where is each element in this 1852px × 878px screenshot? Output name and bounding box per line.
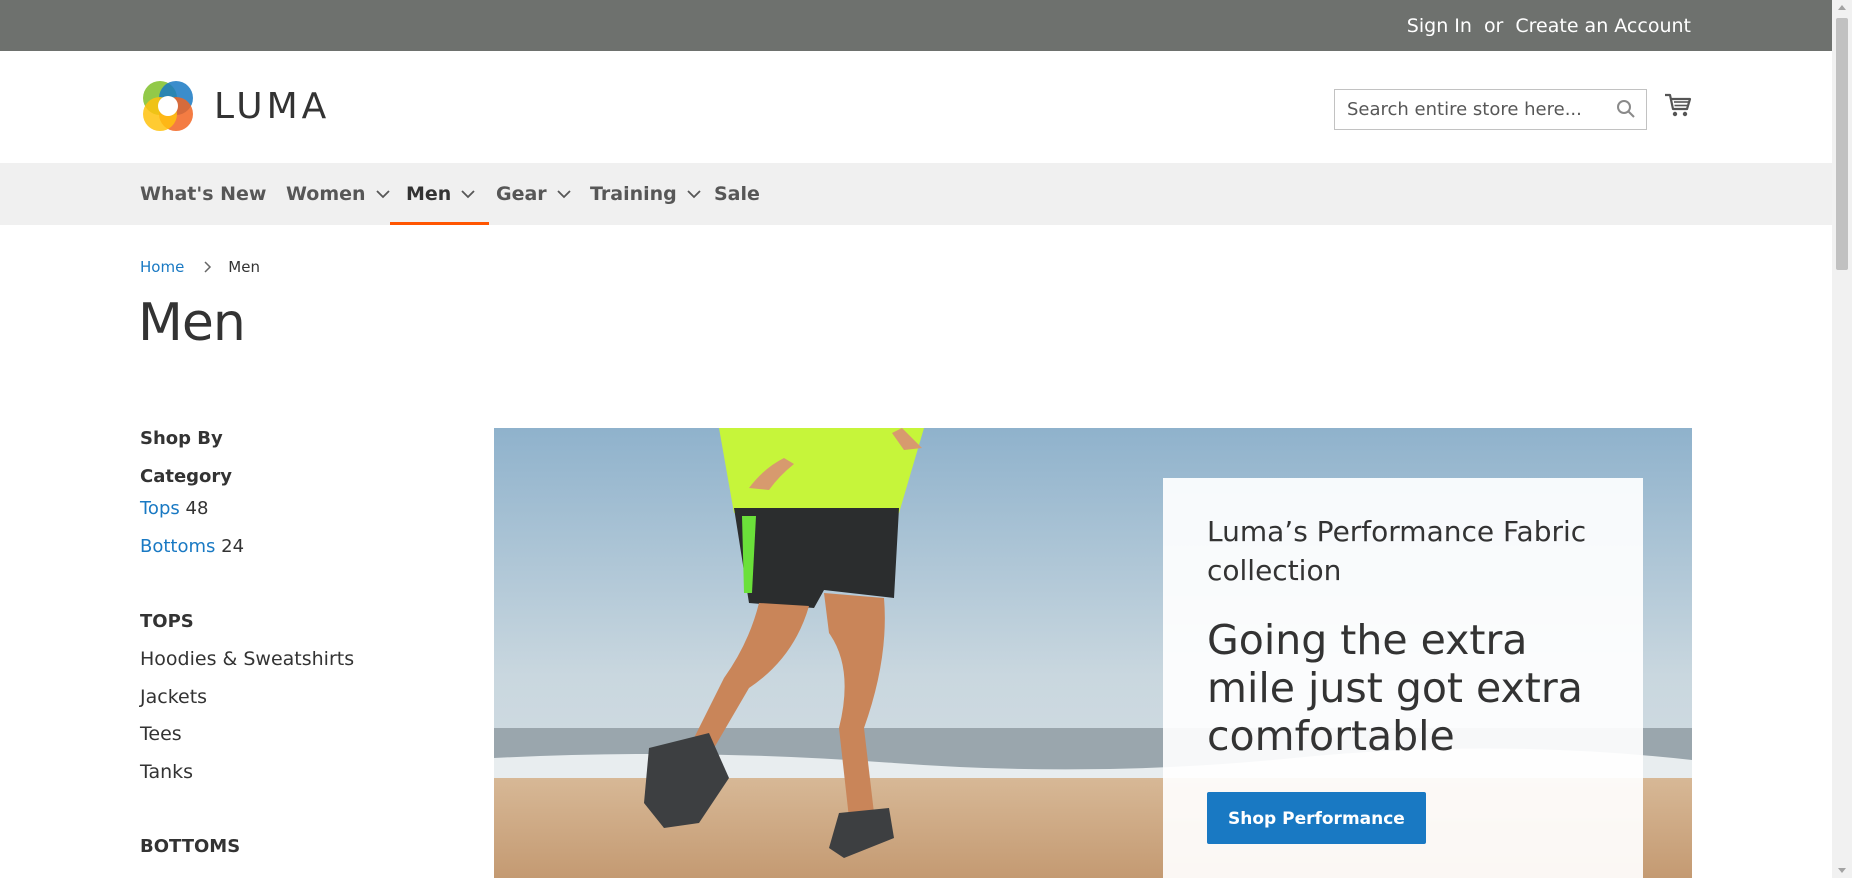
create-account-link[interactable]: Create an Account bbox=[1515, 15, 1691, 37]
shop-performance-button[interactable]: Shop Performance bbox=[1207, 792, 1426, 844]
logo-text: LUMA bbox=[214, 85, 331, 127]
page-scrollbar[interactable] bbox=[1832, 0, 1852, 878]
logo[interactable]: LUMA bbox=[140, 78, 330, 134]
nav-item-men[interactable]: Men bbox=[389, 163, 490, 225]
category-heading: Category bbox=[140, 466, 233, 487]
sign-in-link[interactable]: Sign In bbox=[1407, 15, 1472, 37]
tops-heading: TOPS bbox=[140, 611, 194, 632]
main-navigation: What's New Women Men Gear Training Sale bbox=[0, 163, 1832, 225]
breadcrumb-home-link[interactable]: Home bbox=[140, 258, 184, 276]
nav-item-training[interactable]: Training bbox=[590, 163, 701, 225]
category-filter-bottoms[interactable]: Bottoms 24 bbox=[140, 536, 244, 557]
promo-card: Luma’s Performance Fabric collection Goi… bbox=[1163, 478, 1643, 878]
bottoms-heading: BOTTOMS bbox=[140, 836, 241, 857]
nav-item-sale[interactable]: Sale bbox=[714, 163, 760, 225]
chevron-down-icon bbox=[687, 190, 701, 199]
shop-by-heading: Shop By bbox=[140, 428, 223, 449]
top-bar: Sign In or Create an Account bbox=[0, 0, 1832, 51]
nav-item-women[interactable]: Women bbox=[286, 163, 390, 225]
scroll-up-icon[interactable] bbox=[1838, 5, 1846, 10]
chevron-right-icon bbox=[204, 261, 212, 273]
nav-item-whats-new[interactable]: What's New bbox=[140, 163, 266, 225]
scrollbar-thumb[interactable] bbox=[1836, 18, 1848, 270]
category-filter-count: 48 bbox=[185, 498, 209, 519]
breadcrumb-current: Men bbox=[228, 258, 260, 276]
nav-item-label: Sale bbox=[714, 183, 760, 205]
tops-link-hoodies[interactable]: Hoodies & Sweatshirts bbox=[140, 648, 354, 670]
category-filter-label: Bottoms bbox=[140, 536, 216, 557]
luma-logo-icon bbox=[143, 81, 193, 131]
chevron-down-icon bbox=[375, 190, 390, 199]
nav-item-label: Training bbox=[590, 183, 677, 205]
tops-link-jackets[interactable]: Jackets bbox=[140, 686, 207, 708]
promo-headline: Going the extra mile just got extra comf… bbox=[1207, 616, 1583, 760]
header: LUMA bbox=[0, 51, 1832, 163]
nav-item-label: Women bbox=[286, 183, 366, 205]
nav-item-gear[interactable]: Gear bbox=[496, 163, 571, 225]
nav-item-label: What's New bbox=[140, 183, 267, 205]
category-filter-label: Tops bbox=[140, 498, 180, 519]
nav-item-label: Gear bbox=[496, 183, 547, 205]
breadcrumb: Home Men bbox=[140, 258, 260, 276]
search-input[interactable] bbox=[1335, 90, 1595, 129]
promo-subtitle: Luma’s Performance Fabric collection bbox=[1207, 515, 1587, 587]
tops-link-tees[interactable]: Tees bbox=[140, 723, 182, 745]
account-links: Sign In or Create an Account bbox=[1407, 0, 1691, 51]
search-icon[interactable] bbox=[1616, 99, 1636, 123]
category-filter-count: 24 bbox=[221, 536, 245, 557]
search-box bbox=[1334, 89, 1647, 130]
page-title: Men bbox=[138, 293, 246, 353]
chevron-down-icon bbox=[557, 190, 571, 199]
category-filter-tops[interactable]: Tops 48 bbox=[140, 498, 208, 519]
cart-icon[interactable] bbox=[1664, 91, 1692, 123]
or-separator: or bbox=[1483, 14, 1504, 37]
hero-banner: Luma’s Performance Fabric collection Goi… bbox=[494, 428, 1692, 878]
scroll-down-icon[interactable] bbox=[1838, 868, 1846, 873]
chevron-down-icon bbox=[461, 190, 475, 199]
nav-item-label: Men bbox=[406, 183, 452, 205]
tops-link-tanks[interactable]: Tanks bbox=[140, 761, 193, 783]
